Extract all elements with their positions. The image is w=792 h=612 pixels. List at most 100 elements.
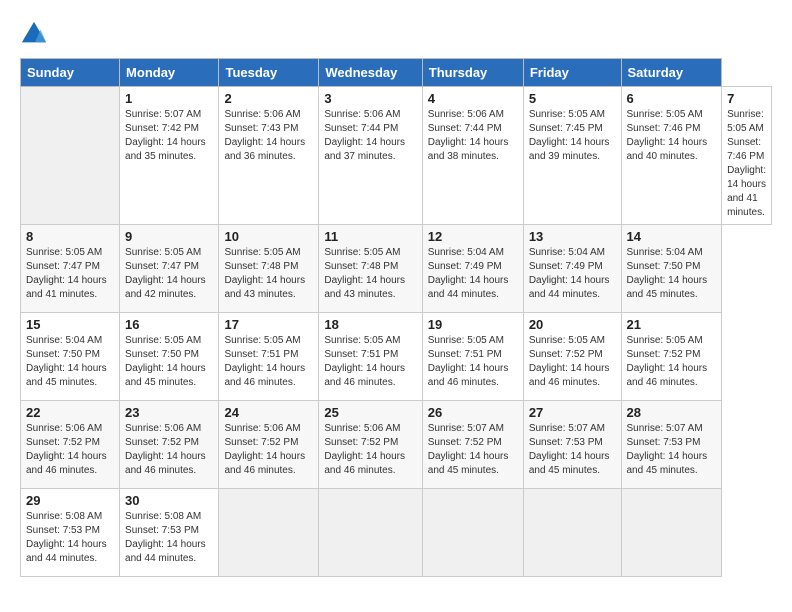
day-info: Sunrise: 5:05 AMSunset: 7:52 PMDaylight:…	[529, 334, 616, 390]
day-info: Sunrise: 5:04 AMSunset: 7:49 PMDaylight:…	[428, 246, 518, 302]
page-header	[20, 20, 772, 48]
day-info: Sunrise: 5:05 AMSunset: 7:48 PMDaylight:…	[324, 246, 416, 302]
day-cell-24: 24 Sunrise: 5:06 AMSunset: 7:52 PMDayligh…	[219, 401, 319, 489]
day-cell-5: 5 Sunrise: 5:05 AMSunset: 7:45 PMDaylight…	[523, 87, 621, 225]
day-cell-3: 3 Sunrise: 5:06 AMSunset: 7:44 PMDaylight…	[319, 87, 422, 225]
day-number: 20	[529, 317, 616, 332]
day-cell-12: 12 Sunrise: 5:04 AMSunset: 7:49 PMDayligh…	[422, 225, 523, 313]
day-number: 13	[529, 229, 616, 244]
day-cell-28: 28Sunrise: 5:07 AMSunset: 7:53 PMDayligh…	[621, 401, 722, 489]
day-cell-27: 27 Sunrise: 5:07 AMSunset: 7:53 PMDayligh…	[523, 401, 621, 489]
day-number: 5	[529, 91, 616, 106]
week-row-5: 29 Sunrise: 5:08 AMSunset: 7:53 PMDayligh…	[21, 489, 772, 577]
empty-cell	[621, 489, 722, 577]
day-cell-30: 30 Sunrise: 5:08 AMSunset: 7:53 PMDayligh…	[120, 489, 219, 577]
calendar-header-monday: Monday	[120, 59, 219, 87]
day-cell-14: 14 Sunrise: 5:04 AMSunset: 7:50 PMDayligh…	[621, 225, 722, 313]
day-number: 9	[125, 229, 213, 244]
day-cell-13: 13 Sunrise: 5:04 AMSunset: 7:49 PMDayligh…	[523, 225, 621, 313]
day-number: 24	[224, 405, 313, 420]
day-cell-15: 15 Sunrise: 5:04 AMSunset: 7:50 PMDayligh…	[21, 313, 120, 401]
day-cell-10: 10 Sunrise: 5:05 AMSunset: 7:48 PMDayligh…	[219, 225, 319, 313]
day-info: Sunrise: 5:04 AMSunset: 7:50 PMDaylight:…	[627, 246, 717, 302]
empty-cell	[319, 489, 422, 577]
day-number: 21	[627, 317, 717, 332]
day-info: Sunrise: 5:07 AMSunset: 7:53 PMDaylight:…	[529, 422, 616, 478]
day-info: Sunrise: 5:05 AMSunset: 7:46 PMDaylight:…	[627, 108, 717, 164]
day-info: Sunrise: 5:04 AMSunset: 7:50 PMDaylight:…	[26, 334, 114, 390]
day-cell-11: 11 Sunrise: 5:05 AMSunset: 7:48 PMDayligh…	[319, 225, 422, 313]
day-info: Sunrise: 5:08 AMSunset: 7:53 PMDaylight:…	[26, 510, 114, 566]
day-cell-26: 26 Sunrise: 5:07 AMSunset: 7:52 PMDayligh…	[422, 401, 523, 489]
day-number: 25	[324, 405, 416, 420]
day-number: 30	[125, 493, 213, 508]
day-number: 10	[224, 229, 313, 244]
day-cell-23: 23 Sunrise: 5:06 AMSunset: 7:52 PMDayligh…	[120, 401, 219, 489]
calendar-header-thursday: Thursday	[422, 59, 523, 87]
empty-cell	[219, 489, 319, 577]
day-number: 8	[26, 229, 114, 244]
day-info: Sunrise: 5:05 AMSunset: 7:50 PMDaylight:…	[125, 334, 213, 390]
day-cell-1: 1Sunrise: 5:07 AMSunset: 7:42 PMDaylight…	[120, 87, 219, 225]
week-row-1: 1Sunrise: 5:07 AMSunset: 7:42 PMDaylight…	[21, 87, 772, 225]
day-cell-17: 17 Sunrise: 5:05 AMSunset: 7:51 PMDayligh…	[219, 313, 319, 401]
day-number: 3	[324, 91, 416, 106]
day-cell-9: 9Sunrise: 5:05 AMSunset: 7:47 PMDaylight…	[120, 225, 219, 313]
day-info: Sunrise: 5:07 AMSunset: 7:53 PMDaylight:…	[627, 422, 717, 478]
day-number: 2	[224, 91, 313, 106]
day-cell-4: 4 Sunrise: 5:06 AMSunset: 7:44 PMDaylight…	[422, 87, 523, 225]
day-info: Sunrise: 5:05 AMSunset: 7:46 PMDaylight:…	[727, 108, 766, 220]
day-number: 26	[428, 405, 518, 420]
day-cell-16: 16 Sunrise: 5:05 AMSunset: 7:50 PMDayligh…	[120, 313, 219, 401]
calendar-header-wednesday: Wednesday	[319, 59, 422, 87]
day-number: 6	[627, 91, 717, 106]
day-info: Sunrise: 5:06 AMSunset: 7:44 PMDaylight:…	[324, 108, 416, 164]
day-number: 19	[428, 317, 518, 332]
week-row-2: 8 Sunrise: 5:05 AMSunset: 7:47 PMDaylight…	[21, 225, 772, 313]
day-info: Sunrise: 5:07 AMSunset: 7:52 PMDaylight:…	[428, 422, 518, 478]
calendar-table: SundayMondayTuesdayWednesdayThursdayFrid…	[20, 58, 772, 577]
day-cell-22: 22 Sunrise: 5:06 AMSunset: 7:52 PMDayligh…	[21, 401, 120, 489]
day-number: 29	[26, 493, 114, 508]
day-number: 22	[26, 405, 114, 420]
day-info: Sunrise: 5:05 AMSunset: 7:51 PMDaylight:…	[324, 334, 416, 390]
day-number: 15	[26, 317, 114, 332]
calendar-header-tuesday: Tuesday	[219, 59, 319, 87]
day-info: Sunrise: 5:04 AMSunset: 7:49 PMDaylight:…	[529, 246, 616, 302]
day-info: Sunrise: 5:06 AMSunset: 7:52 PMDaylight:…	[26, 422, 114, 478]
day-info: Sunrise: 5:05 AMSunset: 7:45 PMDaylight:…	[529, 108, 616, 164]
logo-icon	[20, 20, 48, 48]
day-cell-2: 2Sunrise: 5:06 AMSunset: 7:43 PMDaylight…	[219, 87, 319, 225]
logo	[20, 20, 52, 48]
day-number: 16	[125, 317, 213, 332]
day-number: 7	[727, 91, 766, 106]
day-info: Sunrise: 5:06 AMSunset: 7:52 PMDaylight:…	[224, 422, 313, 478]
empty-cell	[523, 489, 621, 577]
day-number: 27	[529, 405, 616, 420]
day-number: 23	[125, 405, 213, 420]
day-cell-19: 19 Sunrise: 5:05 AMSunset: 7:51 PMDayligh…	[422, 313, 523, 401]
day-info: Sunrise: 5:05 AMSunset: 7:48 PMDaylight:…	[224, 246, 313, 302]
day-cell-18: 18 Sunrise: 5:05 AMSunset: 7:51 PMDayligh…	[319, 313, 422, 401]
day-number: 17	[224, 317, 313, 332]
day-number: 11	[324, 229, 416, 244]
day-info: Sunrise: 5:05 AMSunset: 7:47 PMDaylight:…	[26, 246, 114, 302]
day-number: 18	[324, 317, 416, 332]
empty-cell	[422, 489, 523, 577]
day-info: Sunrise: 5:08 AMSunset: 7:53 PMDaylight:…	[125, 510, 213, 566]
day-info: Sunrise: 5:06 AMSunset: 7:44 PMDaylight:…	[428, 108, 518, 164]
day-number: 14	[627, 229, 717, 244]
day-info: Sunrise: 5:06 AMSunset: 7:52 PMDaylight:…	[125, 422, 213, 478]
day-number: 12	[428, 229, 518, 244]
day-cell-6: 6 Sunrise: 5:05 AMSunset: 7:46 PMDaylight…	[621, 87, 722, 225]
day-cell-8: 8 Sunrise: 5:05 AMSunset: 7:47 PMDaylight…	[21, 225, 120, 313]
day-info: Sunrise: 5:05 AMSunset: 7:51 PMDaylight:…	[224, 334, 313, 390]
calendar-header-sunday: Sunday	[21, 59, 120, 87]
day-number: 4	[428, 91, 518, 106]
day-info: Sunrise: 5:05 AMSunset: 7:51 PMDaylight:…	[428, 334, 518, 390]
day-info: Sunrise: 5:07 AMSunset: 7:42 PMDaylight:…	[125, 108, 213, 164]
empty-cell	[21, 87, 120, 225]
day-info: Sunrise: 5:05 AMSunset: 7:52 PMDaylight:…	[627, 334, 717, 390]
calendar-header-saturday: Saturday	[621, 59, 722, 87]
calendar-header-friday: Friday	[523, 59, 621, 87]
